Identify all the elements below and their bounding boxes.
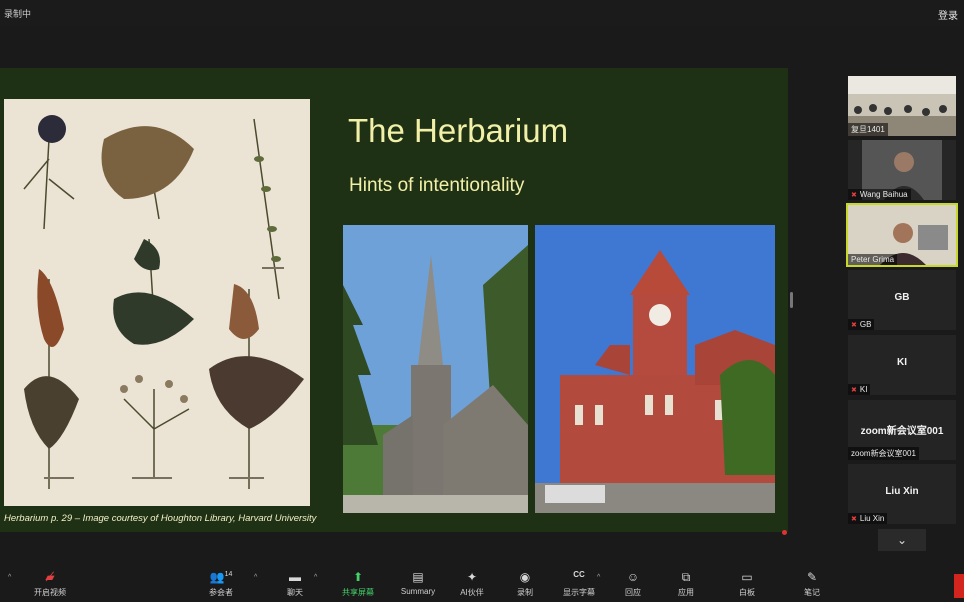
- participant-initials: Liu Xin: [885, 486, 919, 497]
- notes-button[interactable]: ✎ 笔记: [784, 566, 840, 598]
- participants-icon: 👥14: [209, 570, 233, 584]
- participant-initials: zoom新会议室001: [860, 426, 944, 437]
- share-screen-button[interactable]: ⬆ 共享屏幕: [330, 566, 386, 598]
- smiley-icon: ☺: [626, 570, 640, 584]
- slide-subtitle: Hints of intentionality: [349, 175, 525, 196]
- slide-pointer-dot: [782, 530, 787, 535]
- whiteboard-icon: ▭: [741, 570, 753, 584]
- participant-tile[interactable]: GB ✖ GB: [848, 270, 956, 330]
- participant-tile[interactable]: 复旦1401: [848, 76, 956, 136]
- participant-name: ✖ Liu Xin: [848, 513, 888, 524]
- record-icon: ◉: [519, 570, 531, 584]
- mic-muted-icon: ✖: [851, 192, 857, 199]
- summary-icon: ▤: [412, 570, 424, 584]
- captions-button[interactable]: CC 显示字幕: [551, 566, 607, 598]
- church-photo: [343, 225, 528, 513]
- participant-tile[interactable]: Liu Xin ✖ Liu Xin: [848, 464, 956, 524]
- audio-options-caret[interactable]: ^: [8, 574, 11, 581]
- title-bar: 录制中 登录: [0, 0, 964, 26]
- participant-tile[interactable]: zoom新会议室001 zoom新会议室001: [848, 400, 956, 460]
- login-button[interactable]: 登录: [938, 7, 958, 22]
- participant-tile[interactable]: ✖ Wang Baihua: [848, 140, 956, 200]
- herbarium-image: [4, 99, 310, 506]
- slide-title: The Herbarium: [348, 112, 569, 149]
- ai-companion-button[interactable]: ✦ AI伙伴: [444, 566, 500, 598]
- participant-name: ✖ GB: [848, 319, 875, 330]
- chat-options-caret[interactable]: ^: [314, 574, 317, 581]
- apps-button[interactable]: ⧉ 应用: [658, 566, 714, 598]
- participant-name: 复旦1401: [848, 123, 888, 136]
- whiteboard-button[interactable]: ▭ 白板: [719, 566, 775, 598]
- chevron-down-icon[interactable]: ⌄: [878, 529, 926, 551]
- video-button[interactable]: ▰̸ 开启视频: [22, 566, 78, 598]
- participants-options-caret[interactable]: ^: [254, 574, 257, 581]
- participants-button[interactable]: 👥14 参会者: [193, 566, 249, 598]
- mic-muted-icon: ✖: [851, 387, 857, 394]
- mic-muted-icon: ✖: [851, 322, 857, 329]
- summary-button[interactable]: ▤ Summary: [390, 566, 446, 596]
- recording-indicator: 录制中: [4, 9, 32, 19]
- chat-button[interactable]: ▬ 聊天: [267, 566, 323, 598]
- record-button[interactable]: ◉ 录制: [497, 566, 553, 598]
- video-off-icon: ▰̸: [45, 570, 55, 584]
- captions-options-caret[interactable]: ^: [597, 574, 600, 581]
- apps-icon: ⧉: [681, 570, 691, 584]
- town-hall-photo: [535, 225, 775, 513]
- participant-name: Peter Grima: [848, 254, 898, 265]
- participant-name: zoom新会议室001: [848, 447, 919, 460]
- participant-initials: KI: [897, 357, 907, 368]
- end-meeting-button[interactable]: [954, 574, 964, 598]
- participant-tile[interactable]: KI ✖ KI: [848, 335, 956, 395]
- notes-icon: ✎: [806, 570, 818, 584]
- mic-muted-icon: ✖: [851, 516, 857, 523]
- participant-name: ✖ KI: [848, 384, 871, 395]
- participant-name: ✖ Wang Baihua: [848, 189, 911, 200]
- meeting-toolbar: ▰̸ 开启视频 ^ 👥14 参会者 ^ ▬ 聊天 ^ ⬆ 共享屏幕 ▤ Summ…: [0, 566, 964, 602]
- resize-handle[interactable]: [790, 292, 793, 308]
- share-screen-icon: ⬆: [352, 570, 364, 584]
- reactions-button[interactable]: ☺ 回应: [605, 566, 661, 598]
- image-caption: Herbarium p. 29 – Image courtesy of Houg…: [4, 513, 317, 524]
- participant-initials: GB: [894, 292, 910, 303]
- sparkle-icon: ✦: [466, 570, 478, 584]
- participant-tile[interactable]: Peter Grima: [846, 203, 958, 267]
- shared-slide: Herbarium p. 29 – Image courtesy of Houg…: [0, 68, 788, 597]
